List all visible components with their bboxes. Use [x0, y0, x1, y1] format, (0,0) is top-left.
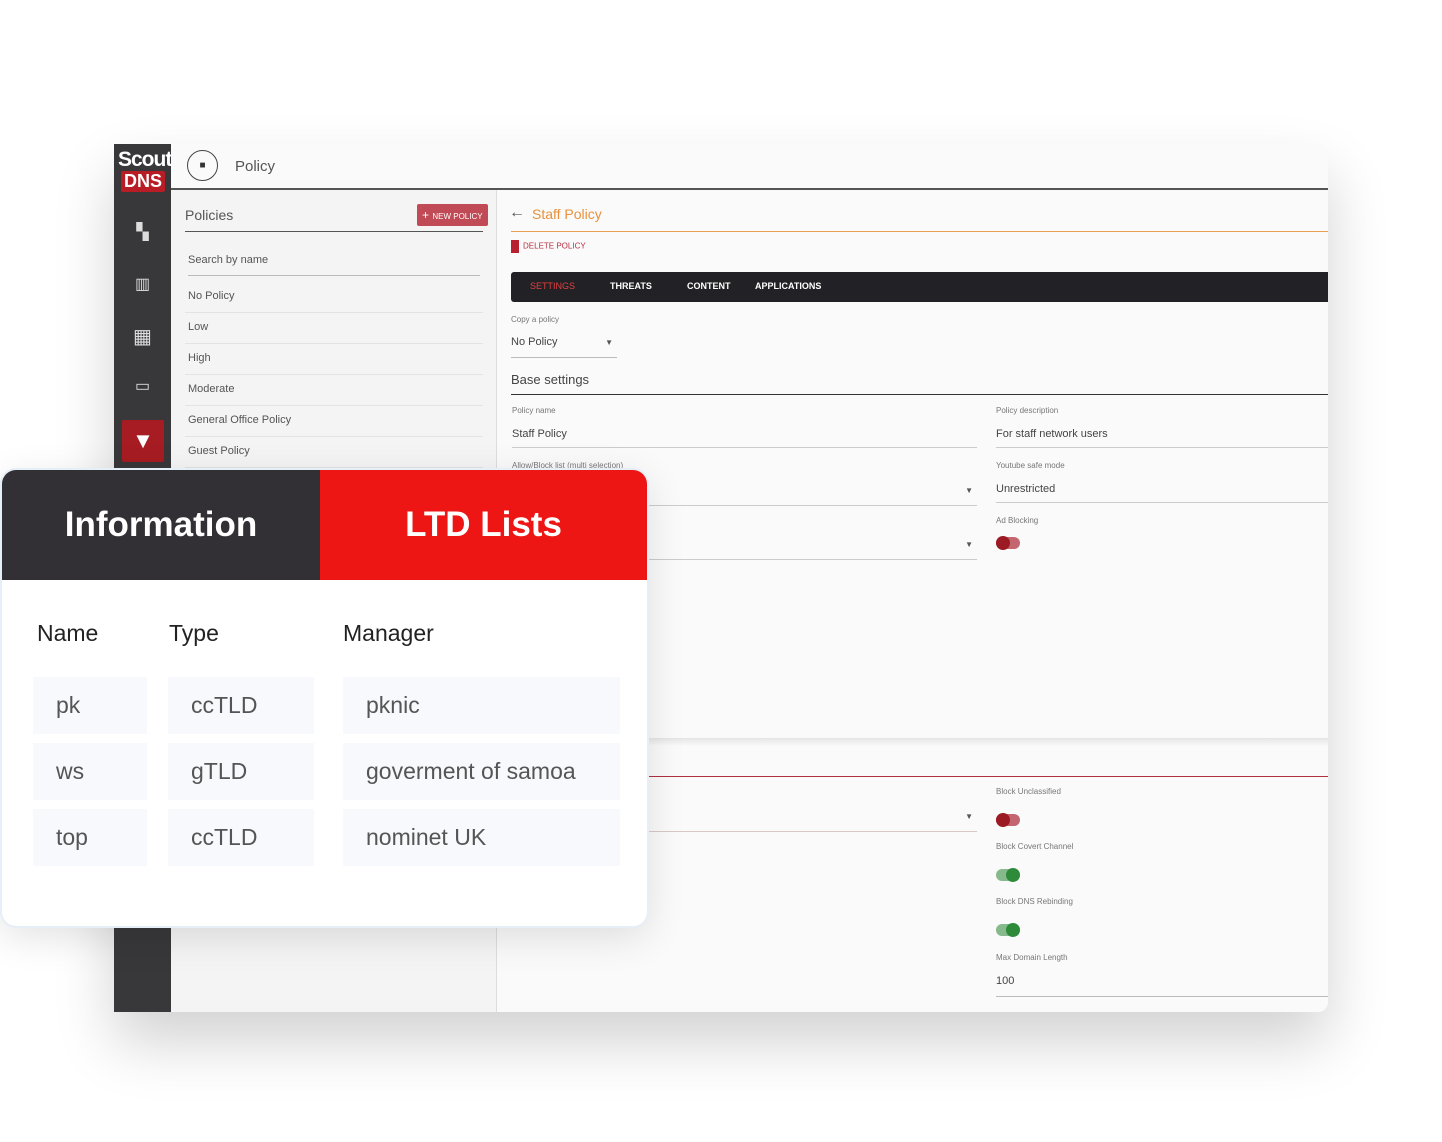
block-unclassified-label: Block Unclassified — [996, 787, 1061, 796]
top-bar: ■ Policy — [171, 144, 1328, 190]
ad-blocking-label: Ad Blocking — [996, 516, 1039, 525]
page-title: Policy — [235, 158, 276, 175]
dropdown-arrow-icon: ▼ — [605, 338, 613, 347]
block-covert-toggle[interactable] — [996, 868, 1020, 882]
tab-ltd-lists[interactable]: LTD Lists — [320, 470, 647, 580]
dropdown-arrow-icon: ▼ — [965, 486, 973, 495]
cell-name: pk — [33, 677, 147, 734]
header-type: Type — [169, 620, 219, 646]
section-title: Base settings — [511, 369, 1328, 395]
policy-item[interactable]: High — [185, 344, 483, 375]
cell-manager: pknic — [343, 677, 620, 734]
logo-scout: Scout — [118, 148, 172, 171]
ad-blocking-toggle[interactable] — [996, 536, 1020, 550]
policies-title: Policies — [185, 207, 234, 223]
copy-policy-select[interactable]: No Policy ▼ — [511, 336, 617, 358]
policy-description-input[interactable]: For staff network users — [996, 428, 1328, 448]
new-policy-label: NEW POLICY — [432, 212, 483, 221]
menu-button[interactable]: ■ — [187, 150, 218, 181]
header-name: Name — [37, 620, 99, 646]
policy-name-input[interactable]: Staff Policy — [512, 428, 977, 448]
policy-item[interactable]: Guest Policy — [185, 437, 483, 468]
cell-type: gTLD — [168, 743, 314, 800]
youtube-select[interactable]: Unrestricted — [996, 483, 1328, 503]
copy-policy-value: No Policy — [511, 336, 558, 348]
dropdown-arrow-icon: ▼ — [965, 540, 973, 549]
block-rebinding-toggle[interactable] — [996, 923, 1020, 937]
cell-type: ccTLD — [168, 677, 314, 734]
toggle-knob — [996, 536, 1010, 550]
toggle-knob — [1006, 868, 1020, 882]
youtube-label: Youtube safe mode — [996, 461, 1065, 470]
tab-threats[interactable]: THREATS — [610, 281, 652, 291]
tab-information[interactable]: Information — [2, 470, 320, 580]
divider — [185, 231, 483, 232]
logo-dns: DNS — [121, 171, 166, 192]
policy-item[interactable]: No Policy — [185, 282, 483, 313]
cell-name: ws — [33, 743, 147, 800]
allow-block-label: Allow/Block list (multi selection) — [512, 461, 624, 470]
tab-settings[interactable]: SETTINGS — [530, 281, 575, 291]
policy-item[interactable]: Low — [185, 313, 483, 344]
tab-applications[interactable]: APPLICATIONS — [755, 281, 821, 291]
max-domain-label: Max Domain Length — [996, 953, 1068, 962]
search-input[interactable]: Search by name — [188, 254, 480, 276]
new-policy-button[interactable]: + NEW POLICY — [417, 204, 488, 226]
policy-name-label: Policy name — [512, 406, 556, 415]
toggle-knob — [996, 813, 1010, 827]
block-unclassified-toggle[interactable] — [996, 813, 1020, 827]
cell-type: ccTLD — [168, 809, 314, 866]
header-manager: Manager — [343, 620, 434, 646]
policy-item[interactable]: Moderate — [185, 375, 483, 406]
max-domain-input[interactable]: 100 — [996, 975, 1328, 997]
block-rebinding-label: Block DNS Rebinding — [996, 897, 1073, 906]
building-icon[interactable]: ▦ — [114, 324, 171, 349]
dashboard-icon[interactable]: ▚ — [114, 222, 171, 242]
dropdown-arrow-icon: ▼ — [965, 812, 973, 821]
tab-bar: SETTINGS THREATS CONTENT APPLICATIONS — [511, 272, 1328, 302]
policy-title: Staff Policy — [532, 206, 602, 222]
copy-policy-label: Copy a policy — [511, 315, 560, 324]
block-covert-label: Block Covert Channel — [996, 842, 1074, 851]
plus-icon: + — [422, 208, 433, 222]
devices-icon[interactable]: ▭ — [114, 376, 171, 396]
trash-icon — [511, 240, 519, 253]
toggle-knob — [1006, 923, 1020, 937]
cell-manager: goverment of samoa — [343, 743, 620, 800]
chart-icon[interactable]: ▥ — [114, 274, 171, 294]
policy-description-label: Policy description — [996, 406, 1059, 415]
filter-icon[interactable]: ▼ — [122, 420, 164, 462]
cell-name: top — [33, 809, 147, 866]
tab-content[interactable]: CONTENT — [687, 281, 731, 291]
ltd-lists-card: Information LTD Lists Name Type Manager … — [2, 470, 647, 926]
cell-manager: nominet UK — [343, 809, 620, 866]
back-arrow-icon[interactable]: ← — [509, 204, 525, 222]
divider — [511, 231, 1328, 232]
delete-policy-button[interactable]: DELETE POLICY — [511, 240, 586, 253]
policy-item[interactable]: General Office Policy — [185, 406, 483, 437]
delete-label: DELETE POLICY — [523, 241, 586, 251]
